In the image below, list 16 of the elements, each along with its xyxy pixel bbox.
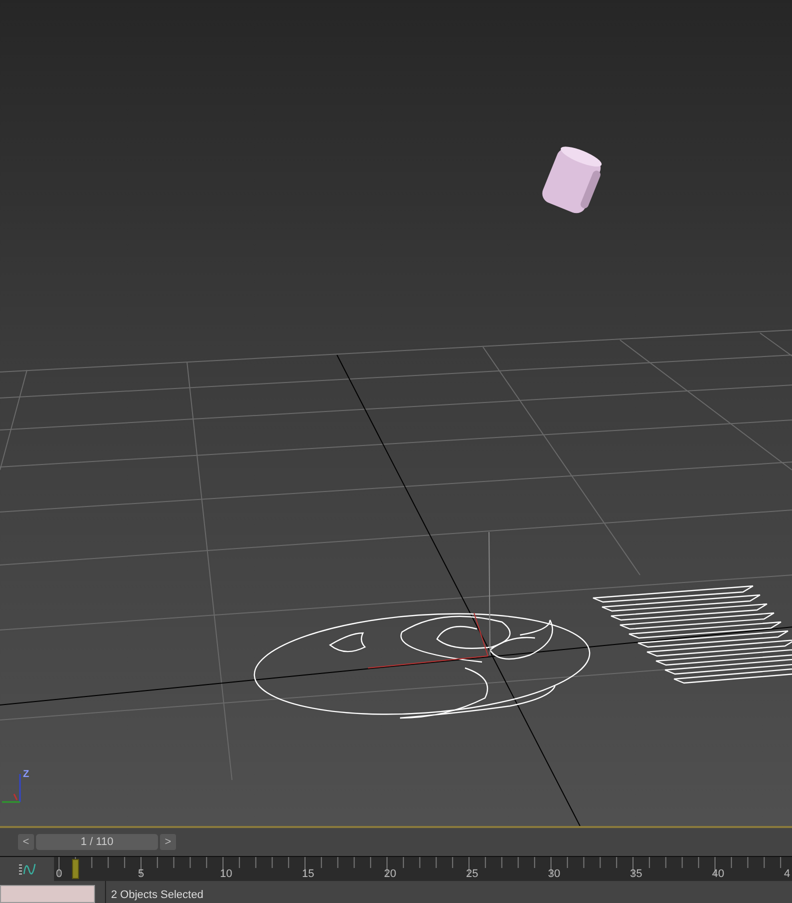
track-bar[interactable]: 0 5 10 15 20 25 30 35 40 4	[54, 857, 792, 881]
frame-number: 10	[220, 868, 232, 880]
frame-number: 40	[712, 868, 724, 880]
frame-number: 5	[138, 868, 144, 880]
frame-number: 30	[548, 868, 560, 880]
frame-number: 15	[302, 868, 314, 880]
frame-number: 35	[630, 868, 642, 880]
frame-number: 20	[384, 868, 396, 880]
previous-frame-button[interactable]: <	[18, 834, 34, 850]
status-message: 2 Objects Selected	[105, 881, 204, 903]
frame-number: 0	[56, 868, 62, 880]
next-frame-button[interactable]: >	[160, 834, 176, 850]
frame-number: 25	[466, 868, 478, 880]
time-slider-thumb[interactable]: 1 / 110	[36, 834, 158, 850]
frame-number: 4	[784, 868, 790, 880]
axis-label: Z	[23, 769, 30, 780]
